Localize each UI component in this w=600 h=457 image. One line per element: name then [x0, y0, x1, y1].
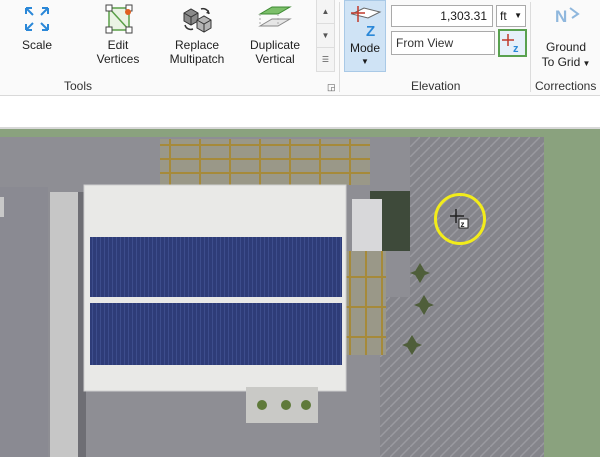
edit-vertices-button[interactable]: Edit Vertices [90, 0, 146, 72]
svg-text:z: z [513, 43, 519, 55]
scale-button[interactable]: Scale [14, 0, 60, 72]
elevation-unit-select[interactable]: ft ▼ [496, 5, 526, 27]
group-divider [530, 2, 531, 92]
elevation-pick-cursor-icon: z [450, 209, 470, 232]
tools-group-label: Tools [64, 79, 93, 93]
corrections-group-label: Corrections [535, 79, 597, 93]
scale-label: Scale [21, 38, 53, 52]
ribbon: Scale Edit Vertices Replace Multipatch D… [0, 0, 600, 96]
replace-multipatch-icon [181, 4, 213, 37]
gallery-scroll: ▲ ▼ ☰ [316, 0, 335, 72]
pick-elevation-button[interactable]: z [498, 29, 527, 57]
svg-text:Z: Z [366, 23, 375, 40]
svg-text:N: N [555, 7, 567, 26]
edit-vertices-icon [103, 4, 133, 37]
duplicate-vertical-button[interactable]: Duplicate Vertical [244, 0, 306, 72]
replace-multipatch-label: Replace Multipatch [169, 38, 225, 66]
scale-arrows-icon [22, 4, 52, 37]
dialog-launcher-icon[interactable]: ◲ [327, 82, 336, 93]
svg-text:z: z [461, 220, 465, 229]
duplicate-vertical-icon [258, 4, 292, 37]
aerial-imagery [0, 137, 544, 457]
mode-button[interactable]: Z Mode ▼ [344, 0, 386, 72]
ground-to-grid-icon: N [554, 4, 580, 39]
chevron-down-icon: ▼ [514, 11, 522, 20]
ground-to-grid-label: Ground To Grid ▼ [541, 40, 591, 69]
ground-to-grid-button[interactable]: N Ground To Grid ▼ [533, 0, 599, 72]
gallery-scroll-down-icon[interactable]: ▼ [317, 24, 334, 48]
pick-elevation-icon: z [502, 34, 519, 55]
group-divider [339, 2, 340, 92]
edit-vertices-label: Edit Vertices [96, 38, 140, 66]
gallery-scroll-up-icon[interactable]: ▲ [317, 0, 334, 24]
elevation-group-label: Elevation [411, 79, 461, 93]
ribbon-spacer [0, 96, 600, 126]
chevron-down-icon: ▼ [580, 59, 591, 68]
elevation-value-field[interactable]: 1,303.31 [391, 5, 493, 27]
elevation-source-field[interactable]: From View [391, 31, 495, 55]
z-mode-icon: Z [350, 4, 382, 43]
elevation-unit-label: ft [500, 9, 507, 23]
chevron-down-icon: ▼ [361, 57, 369, 66]
scene-view[interactable]: z [0, 137, 544, 457]
duplicate-vertical-label: Duplicate Vertical [249, 38, 301, 66]
gallery-expand-icon[interactable]: ☰ [317, 48, 334, 72]
mode-label: Mode [349, 41, 381, 55]
replace-multipatch-button[interactable]: Replace Multipatch [164, 0, 230, 72]
